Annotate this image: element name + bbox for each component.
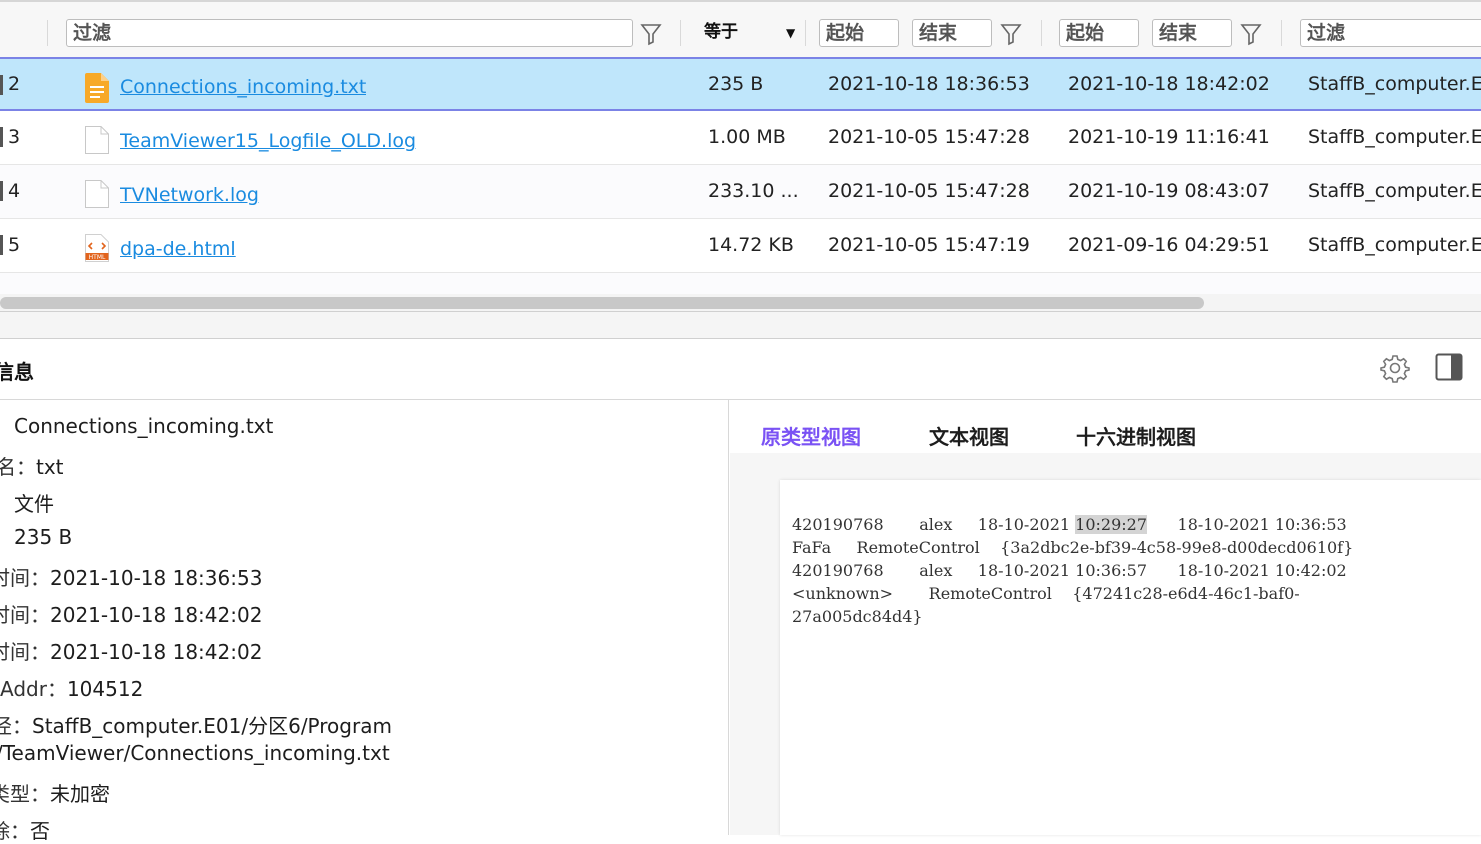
horizontal-scrollbar-thumb[interactable] [0,297,1204,309]
column-divider [805,20,806,46]
filter-bar: 过滤 等于 ▼ 起始 结束 起始 结束 过滤 [0,0,1481,57]
created-time: 2021-10-05 15:47:19 [828,234,1030,256]
row-number: 5 [8,234,21,256]
filter-icon[interactable] [1000,22,1022,46]
column-divider [1281,20,1282,46]
source-path: StaffB_computer.E0 [1308,234,1481,256]
column-divider [1041,20,1042,46]
preview-line: 420190768 alex 18-10-2021 10:29:27 18-10… [792,515,1347,534]
panel-divider [728,399,729,835]
html-file-icon: HTML [85,234,109,262]
column-divider [680,20,681,46]
table-row[interactable]: 5 HTML dpa-de.html 14.72 KB 2021-10-05 1… [0,219,1481,273]
source-filter-input[interactable]: 过滤 [1300,19,1481,47]
modified-time: 2021-10-19 11:16:41 [1068,126,1270,148]
modified-time: 2021-09-16 04:29:51 [1068,234,1270,256]
prop-deleted: 除：否 [0,819,50,843]
modified-time: 2021-10-18 18:42:02 [1068,73,1270,95]
file-size: 235 B [708,73,764,95]
text-file-icon [85,73,109,103]
table-row[interactable]: 3 TeamViewer15_Logfile_OLD.log 1.00 MB 2… [0,111,1481,165]
prop-accessed-time: 时间：2021-10-18 18:42:02 [0,640,263,664]
file-size: 1.00 MB [708,126,786,148]
source-path: StaffB_computer.E0 [1308,73,1481,95]
row-marker [0,235,3,255]
prop-created-time: 时间：2021-10-18 18:36:53 [0,566,263,590]
panel-toggle-icon[interactable] [1435,353,1463,381]
info-panel-header: 信息 [0,339,1481,400]
svg-text:HTML: HTML [89,254,106,261]
table-row[interactable]: 4 TVNetwork.log 233.10 ... 2021-10-05 15… [0,165,1481,219]
tab-hex-view[interactable]: 十六进制视图 [1076,421,1196,450]
table-row-partial [0,273,1481,294]
created-time: 2021-10-18 18:36:53 [828,73,1030,95]
prop-encryption: 类型：未加密 [0,782,110,806]
chevron-down-icon[interactable]: ▼ [786,26,795,40]
prop-extension: 名：txt [0,455,64,479]
preview-line: 420190768 alex 18-10-2021 10:36:57 18-10… [792,561,1347,580]
blank-file-icon [85,126,109,154]
prop-path: 径：StaffB_computer.E01/分区6/Program [0,714,392,738]
prop-size: 235 B [14,525,73,549]
row-number: 3 [8,126,21,148]
preview-line: 27a005dc84d4} [792,607,923,626]
file-name-link[interactable]: TVNetwork.log [120,169,259,221]
row-marker [0,127,3,147]
modified-start-input[interactable]: 起始 [1059,19,1139,47]
row-marker [0,75,3,95]
info-panel-title: 信息 [0,360,34,384]
file-size: 14.72 KB [708,234,794,256]
table-row[interactable]: 2 Connections_incoming.txt 235 B 2021-10… [0,57,1481,111]
column-divider [47,20,48,46]
file-name-link[interactable]: TeamViewer15_Logfile_OLD.log [120,115,416,167]
prop-address: Addr：104512 [0,677,144,701]
preview-line: FaFa RemoteControl {3a2dbc2e-bf39-4c58-9… [792,538,1354,557]
modified-time: 2021-10-19 08:43:07 [1068,180,1270,202]
tab-native-view[interactable]: 原类型视图 [761,421,861,450]
file-name-link[interactable]: Connections_incoming.txt [120,62,366,114]
row-number: 4 [8,180,21,202]
tab-text-view[interactable]: 文本视图 [929,421,1009,450]
prop-path-continued: /TeamViewer/Connections_incoming.txt [0,741,390,765]
created-time: 2021-10-05 15:47:28 [828,180,1030,202]
size-operator-select[interactable]: 等于 [704,19,784,47]
splitter[interactable] [0,312,1481,339]
blank-file-icon [85,180,109,208]
preview-line: <unknown> RemoteControl {47241c28-e6d4-4… [792,584,1300,603]
prop-file-name: Connections_incoming.txt [14,414,274,438]
file-size: 233.10 ... [708,180,799,202]
modified-end-input[interactable]: 结束 [1152,19,1232,47]
row-marker [0,181,3,201]
filter-icon[interactable] [1240,22,1262,46]
selection-highlight: 10:29:27 [1075,515,1147,534]
created-end-input[interactable]: 结束 [912,19,992,47]
prop-type: 文件 [14,492,54,516]
name-filter-input[interactable]: 过滤 [66,19,633,47]
filter-icon[interactable] [640,22,662,46]
created-start-input[interactable]: 起始 [819,19,899,47]
gear-icon[interactable] [1380,353,1410,383]
row-number: 2 [8,73,21,95]
source-path: StaffB_computer.E0 [1308,180,1481,202]
created-time: 2021-10-05 15:47:28 [828,126,1030,148]
file-name-link[interactable]: dpa-de.html [120,223,236,275]
prop-modified-time: 时间：2021-10-18 18:42:02 [0,603,263,627]
source-path: StaffB_computer.E0 [1308,126,1481,148]
